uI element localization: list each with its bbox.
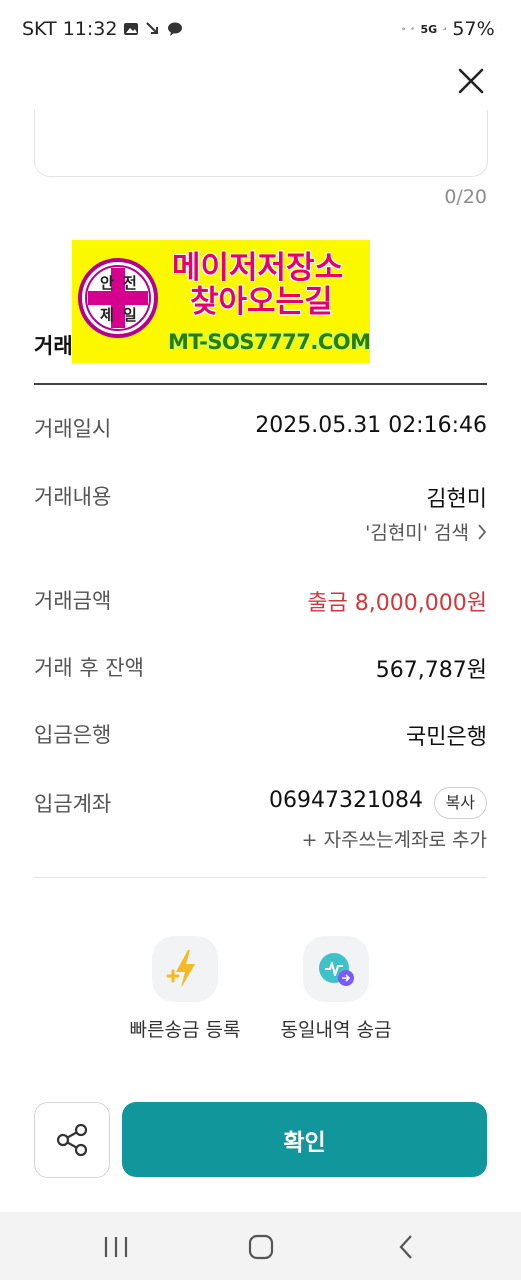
home-button[interactable] — [241, 1230, 281, 1264]
status-right: 5G 57% — [402, 18, 501, 40]
svg-text:제: 제 — [100, 306, 114, 324]
label-amount: 거래금액 — [34, 589, 112, 613]
memo-input[interactable] — [34, 110, 488, 177]
quick-transfer-label: 빠른송금 등록 — [129, 1019, 241, 1041]
carrier-time: SKT 11:32 — [22, 18, 118, 40]
close-icon — [458, 68, 484, 94]
value-balance: 567,787원 — [375, 658, 487, 683]
home-icon — [248, 1234, 274, 1260]
system-nav-bar — [0, 1212, 521, 1280]
call-missed-icon — [146, 22, 159, 34]
back-icon — [399, 1235, 412, 1259]
memo-char-count: 0/20 — [444, 186, 487, 208]
label-balance: 거래 후 잔액 — [34, 656, 144, 680]
label-account: 입금계좌 — [34, 792, 112, 816]
battery-level: 57% — [452, 18, 495, 40]
value-description: 김현미 — [426, 487, 487, 512]
section-title: 거래 — [34, 334, 73, 358]
repeat-transfer-icon — [319, 953, 354, 986]
add-frequent-account-link[interactable]: + 자주쓰는계좌로 추가 — [302, 825, 487, 852]
value-amount: 출금 8,000,000원 — [307, 591, 487, 616]
quick-transfer-icon-wrap — [152, 936, 218, 1002]
same-transfer-icon-wrap — [303, 936, 369, 1002]
same-transfer-button[interactable]: 동일내역 송금 — [261, 936, 411, 1042]
lightning-plus-icon — [166, 950, 195, 988]
recent-apps-icon — [104, 1237, 128, 1257]
label-description: 거래내용 — [34, 485, 112, 509]
copy-account-button[interactable]: 복사 — [433, 787, 487, 819]
gallery-icon — [124, 23, 139, 35]
network-type: 5G — [420, 22, 438, 36]
value-account: 06947321084 — [269, 788, 423, 813]
ad-line2: 찾아오는길 — [190, 284, 333, 320]
content-divider — [34, 877, 487, 878]
section-divider — [34, 383, 487, 385]
share-icon — [56, 1123, 88, 1157]
search-name-link[interactable]: '김현미' 검색 — [365, 518, 487, 545]
same-transfer-label: 동일내역 송금 — [280, 1019, 392, 1041]
ad-url: MT-SOS7777.COM — [168, 330, 370, 354]
svg-text:안: 안 — [100, 274, 114, 292]
status-bar: SKT 11:32 5G 57% — [0, 0, 521, 60]
value-datetime: 2025.05.31 02:16:46 — [255, 413, 487, 438]
status-left: SKT 11:32 — [22, 18, 183, 40]
value-bank: 국민은행 — [406, 725, 487, 750]
hotspot-icon — [411, 27, 415, 31]
talk-icon — [168, 22, 183, 36]
label-datetime: 거래일시 — [34, 417, 112, 441]
close-button[interactable] — [452, 62, 490, 100]
alarm-icon — [402, 27, 405, 31]
overlay-advertisement: 안 전 제 일 메이저저장소 찾아오는길 MT-SOS7777.COM — [72, 240, 370, 363]
search-name-label: '김현미' 검색 — [365, 522, 469, 544]
safety-seal-logo: 안 전 제 일 — [78, 258, 158, 338]
confirm-button[interactable]: 확인 — [122, 1102, 487, 1177]
svg-text:일: 일 — [123, 306, 137, 324]
share-button[interactable] — [34, 1102, 110, 1178]
back-button[interactable] — [386, 1230, 426, 1264]
recent-apps-button[interactable] — [96, 1230, 136, 1264]
svg-text:전: 전 — [123, 274, 137, 292]
signal-icon — [443, 27, 447, 31]
label-bank: 입금은행 — [34, 723, 112, 747]
quick-transfer-register-button[interactable]: 빠른송금 등록 — [110, 936, 260, 1042]
chevron-right-icon — [478, 523, 487, 540]
